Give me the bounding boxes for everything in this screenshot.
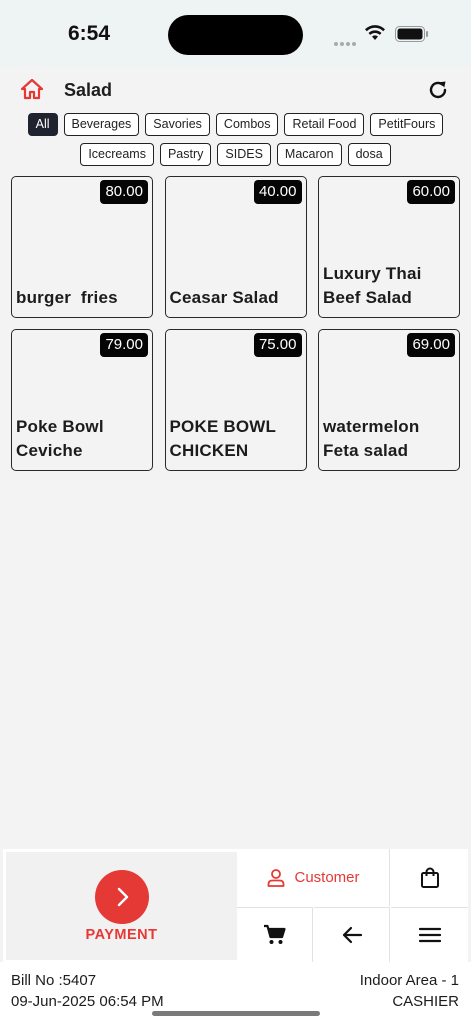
product-card[interactable]: 40.00 Ceasar Salad [164,176,307,318]
product-card[interactable]: 80.00 burger fries [11,176,153,318]
status-bar: 6:54 [0,0,471,66]
category-chip-macaron[interactable]: Macaron [276,143,342,166]
wifi-icon [365,25,385,40]
category-chip-beverages[interactable]: Beverages [63,113,140,136]
dynamic-island [168,15,303,55]
category-chip-savories[interactable]: Savories [145,113,210,136]
product-name: Luxury Thai Beef Salad [323,264,422,307]
arrow-left-icon [342,926,362,944]
action-panel: PAYMENT Customer [3,849,468,962]
refresh-icon[interactable] [426,78,450,102]
home-indicator[interactable] [152,1011,320,1016]
bill-date: 09-Jun-2025 06:54 PM [11,993,164,1010]
customer-label: Customer [294,869,360,886]
header: Salad [0,66,471,112]
category-chips: All Beverages Savories Combos Retail Foo… [8,113,463,166]
customer-button[interactable]: Customer [237,849,390,906]
category-chip-dosa[interactable]: dosa [347,143,391,166]
area-label: Indoor Area - 1 [359,972,459,989]
chevron-right-icon [117,887,129,907]
product-card[interactable]: 69.00 watermelon Feta salad [318,329,460,471]
category-chip-icecreams[interactable]: Icecreams [80,143,154,166]
category-chip-retail-food[interactable]: Retail Food [284,113,365,136]
price-badge: 60.00 [407,180,455,204]
shopping-bag-icon [420,867,439,888]
price-badge: 75.00 [253,333,302,357]
menu-button[interactable] [391,907,468,962]
product-grid: 80.00 burger fries 40.00 Ceasar Salad 60… [11,176,460,471]
product-name: Ceasar Salad [169,288,279,307]
price-badge: 69.00 [407,333,455,357]
category-chip-sides[interactable]: SIDES [217,143,271,166]
person-icon [268,868,285,887]
category-chip-petitfours[interactable]: PetitFours [370,113,444,136]
price-badge: 79.00 [100,333,148,357]
back-button[interactable] [314,907,390,962]
hamburger-menu-icon [418,927,441,943]
signal-icon [334,33,358,51]
payment-circle[interactable] [95,870,149,924]
battery-icon [395,26,428,42]
bill-number: Bill No :5407 [11,972,97,989]
category-chip-combos[interactable]: Combos [215,113,279,136]
price-badge: 40.00 [253,180,302,204]
product-name: burger fries [16,288,118,307]
product-card[interactable]: 60.00 Luxury Thai Beef Salad [318,176,460,318]
cart-button[interactable] [237,907,313,962]
product-card[interactable]: 75.00 POKE BOWL CHICKEN [164,329,307,471]
status-time: 6:54 [68,22,111,45]
product-card[interactable]: 79.00 Poke Bowl Ceviche [11,329,153,471]
payment-button[interactable]: PAYMENT [6,852,237,960]
category-chip-pastry[interactable]: Pastry [159,143,212,166]
product-name: POKE BOWL CHICKEN [169,417,277,460]
payment-label: PAYMENT [85,927,158,943]
cart-icon [263,924,286,944]
role-label: CASHIER [392,993,459,1010]
page-title: Salad [64,80,113,100]
category-chip-all[interactable]: All [27,113,58,136]
product-name: Poke Bowl Ceviche [16,417,104,460]
home-icon[interactable] [20,78,44,100]
bag-button[interactable] [391,849,468,906]
price-badge: 80.00 [100,180,148,204]
product-name: watermelon Feta salad [323,417,420,460]
